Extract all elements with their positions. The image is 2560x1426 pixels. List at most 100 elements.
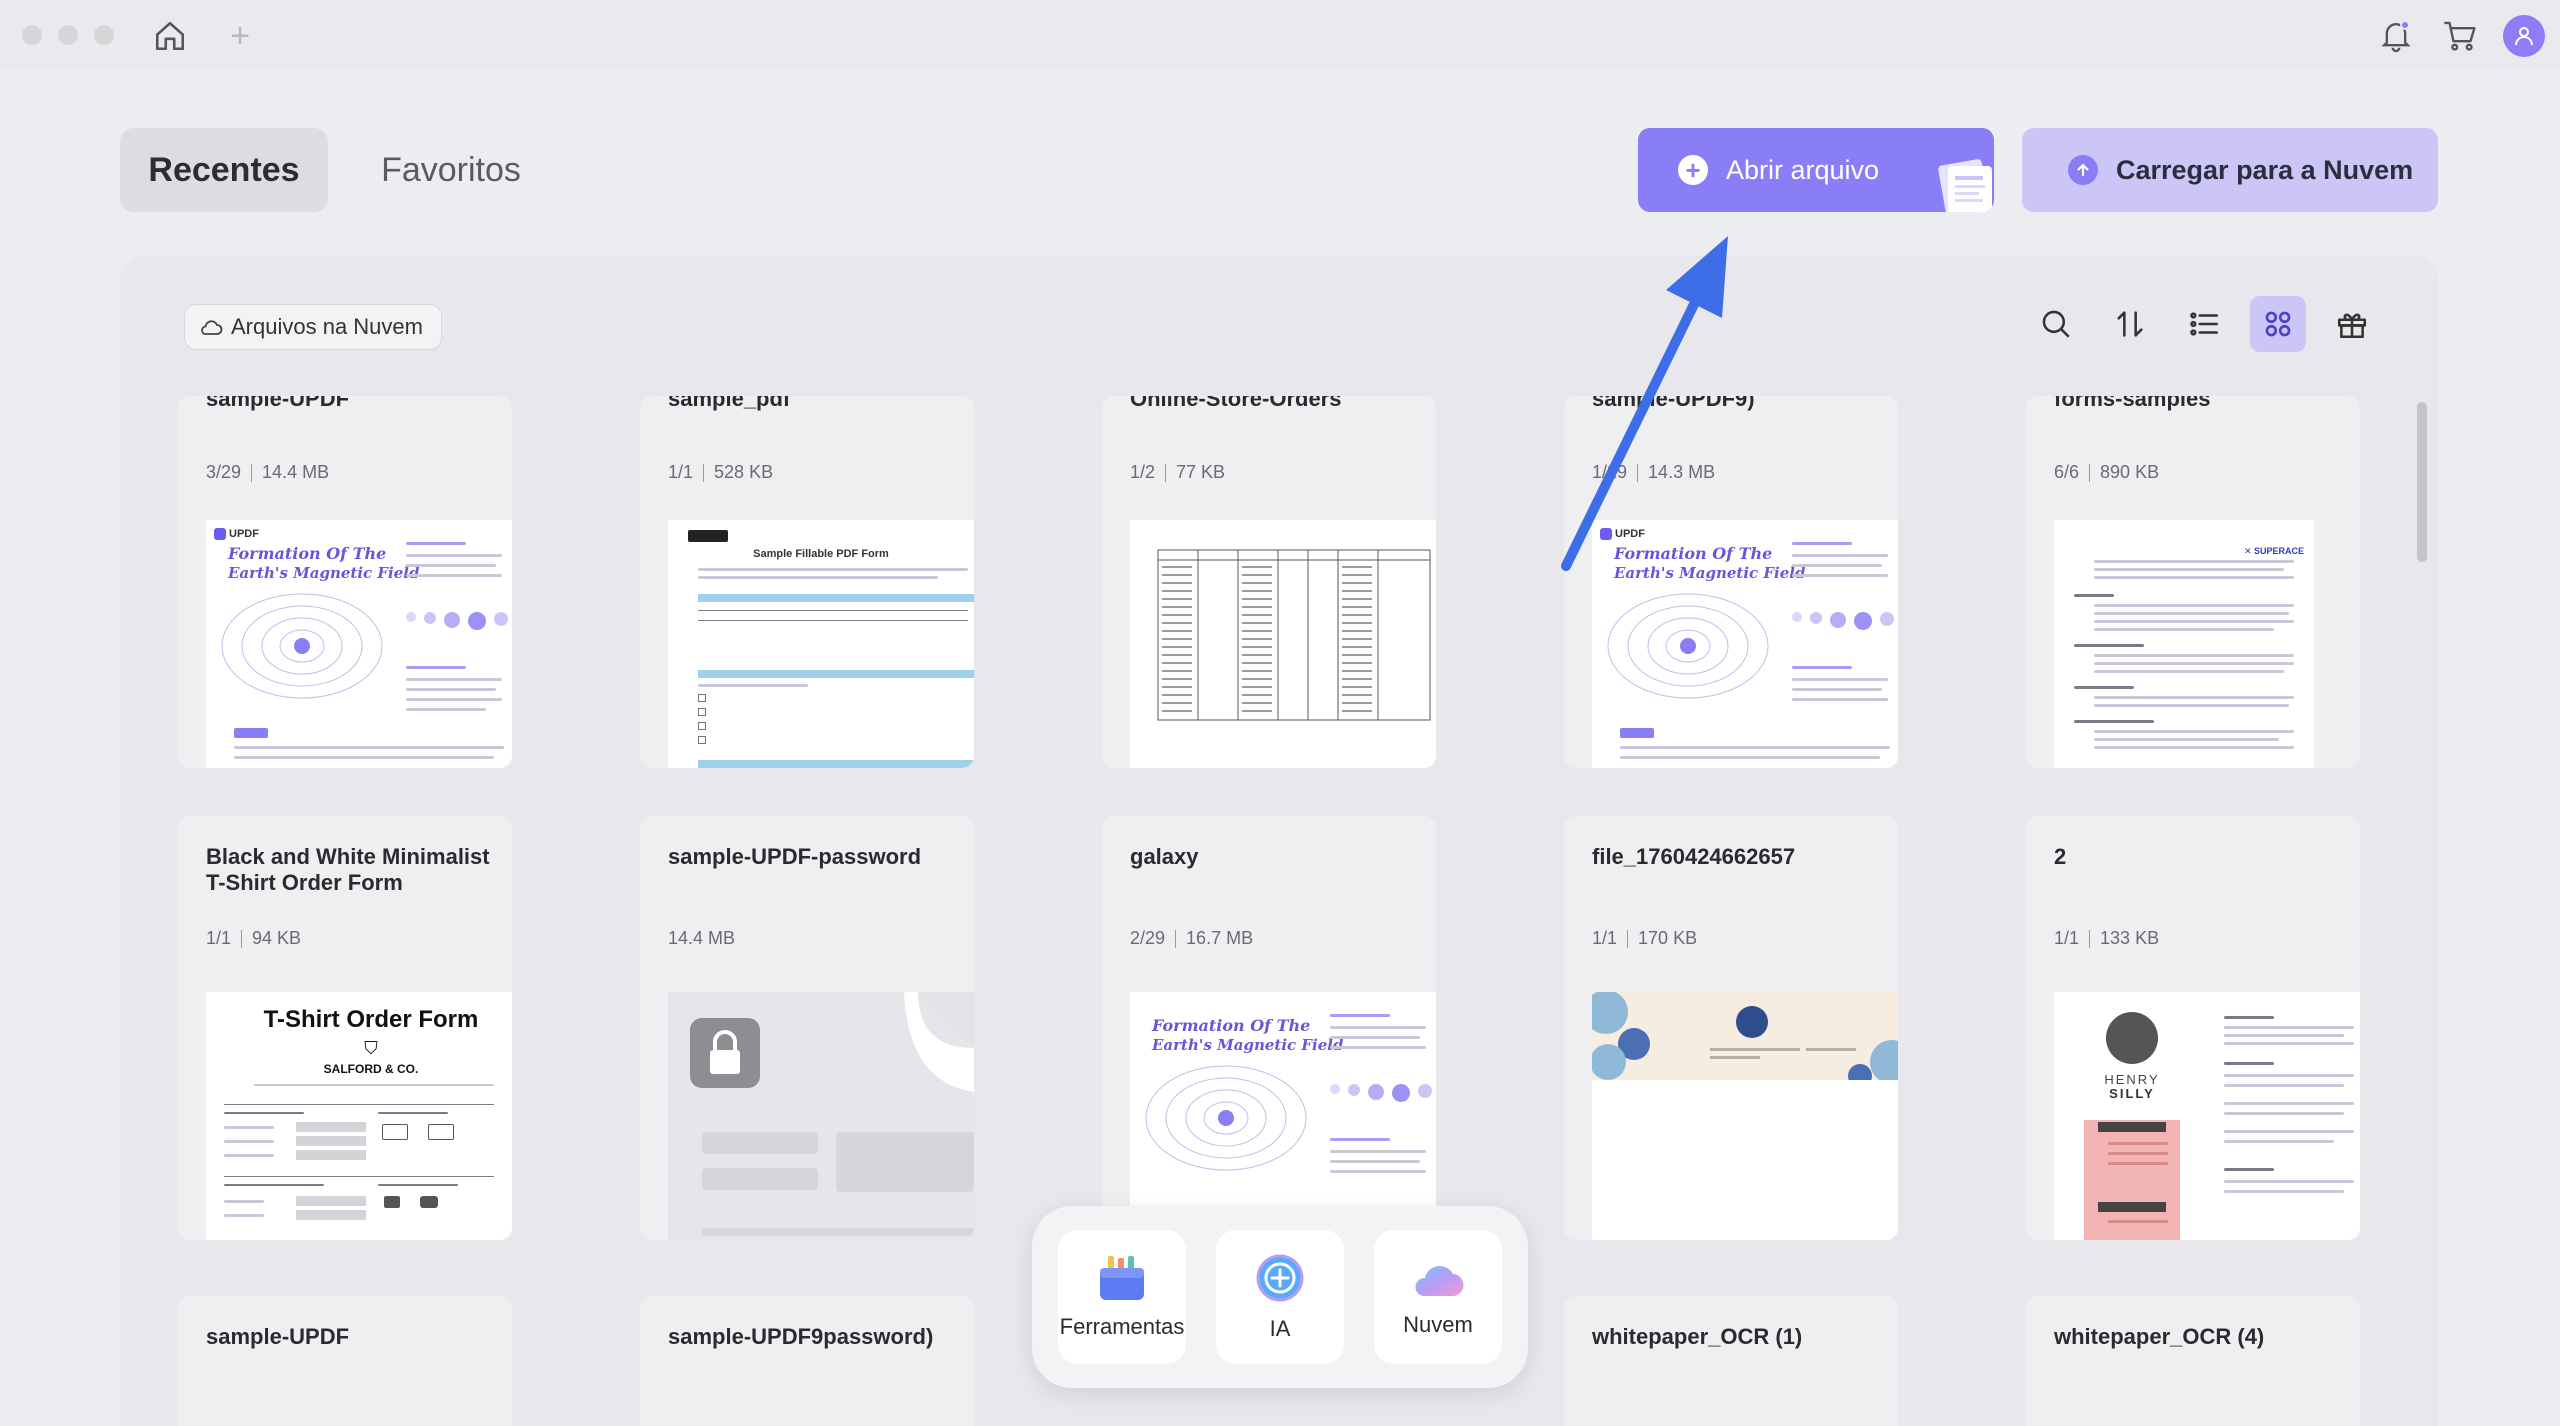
grid-view-icon[interactable]: [2250, 296, 2306, 352]
file-card[interactable]: sample-UPDF 3/29 14.4 MB UPDF Formation O…: [178, 396, 512, 768]
file-card[interactable]: sample-UPDF: [178, 1296, 512, 1426]
file-meta: 1/1 528 KB: [668, 462, 773, 483]
user-avatar-icon[interactable]: [2502, 14, 2546, 58]
file-name: whitepaper_OCR (4): [2054, 1324, 2265, 1349]
upload-to-cloud-label: Carregar para a Nuvem: [2116, 154, 2414, 185]
cart-icon[interactable]: [2438, 14, 2482, 58]
file-name: forms-samples: [2054, 396, 2211, 411]
file-card[interactable]: sample-UPDF9) 1/29 14.3 MB UPDF Formation…: [1564, 396, 1898, 768]
magnetic-field-illustration: [1607, 593, 1769, 699]
file-size: 170 KB: [1638, 928, 1698, 948]
resume-surname: SILLY: [2109, 1086, 2155, 1101]
file-size: 16.7 MB: [1186, 928, 1254, 948]
file-name: sample-UPDF: [206, 396, 350, 411]
thumb-subtitle: Earth's Magnetic Field: [228, 564, 420, 582]
magnetic-field-illustration: [1145, 1065, 1307, 1171]
file-card[interactable]: sample-UPDF-password 14.4 MB: [640, 816, 974, 1240]
file-size: 14.3 MB: [1648, 462, 1716, 482]
plus-icon: +: [1678, 155, 1708, 185]
file-thumbnail: UPDF Formation Of The Earth's Magnetic F…: [1592, 520, 1898, 768]
file-name: sample-UPDF-password: [668, 844, 922, 869]
bell-icon[interactable]: [2374, 14, 2418, 58]
thumb-title: Sample Fillable PDF Form: [753, 548, 889, 560]
cloud-icon: [201, 320, 223, 335]
thumb-title: Formation Of The: [228, 544, 387, 563]
dock-tools-button[interactable]: Ferramentas: [1058, 1230, 1186, 1364]
file-card[interactable]: whitepaper_OCR (4): [2026, 1296, 2360, 1426]
file-thumbnail: Formation Of The Earth's Magnetic Field: [1130, 992, 1436, 1240]
cloud-files-filter[interactable]: Arquivos na Nuvem: [184, 304, 442, 350]
thumb-title: Formation Of The: [1152, 1016, 1311, 1035]
file-size: 77 KB: [1176, 462, 1226, 482]
scrollbar-thumb[interactable]: [2417, 402, 2427, 562]
file-meta: 14.4 MB: [668, 928, 735, 949]
file-card[interactable]: whitepaper_OCR (1): [1564, 1296, 1898, 1426]
file-card[interactable]: Online-Store-Orders 1/2 77 KB: [1102, 396, 1436, 768]
file-pages: 1/29: [1592, 462, 1628, 482]
thumb-subtitle: Earth's Magnetic Field: [1152, 1036, 1344, 1054]
file-name: sample-UPDF9password): [668, 1324, 934, 1349]
tab-recentes[interactable]: Recentes: [120, 128, 328, 212]
file-card[interactable]: file_1760424662657 1/1 170 KB: [1564, 816, 1898, 1240]
file-card[interactable]: galaxy 2/29 16.7 MB Formation Of The Eart…: [1102, 816, 1436, 1240]
file-meta: 1/2 77 KB: [1130, 462, 1225, 483]
file-pages: 1/2: [1130, 462, 1156, 482]
dock-cloud-label: Nuvem: [1403, 1312, 1473, 1337]
thumb-company: SALFORD & CO.: [323, 1062, 419, 1076]
search-icon[interactable]: [2028, 296, 2084, 352]
toolbox-icon: [1100, 1256, 1144, 1300]
file-name: 2: [2054, 844, 2067, 869]
orders-table-illustration: [1157, 549, 1431, 721]
gift-icon[interactable]: [2324, 296, 2380, 352]
file-name: Black and White Minimalist T-Shirt Order…: [206, 844, 490, 896]
file-card[interactable]: 2 1/1 133 KB HENRY SILLY: [2026, 816, 2360, 1240]
locked-document-illustration: [668, 992, 974, 1240]
updf-logo: UPDF: [1600, 528, 1645, 540]
file-size: 14.4 MB: [668, 928, 736, 948]
file-pages: 1/1: [2054, 928, 2080, 948]
list-view-icon[interactable]: [2176, 296, 2232, 352]
file-meta: 1/1 170 KB: [1592, 928, 1697, 949]
file-thumbnail: UPDF Formation Of The Earth's Magnetic F…: [206, 520, 512, 768]
thumb-title: T-Shirt Order Form: [263, 1006, 479, 1033]
new-tab-button[interactable]: +: [218, 14, 262, 58]
file-meta: 1/29 14.3 MB: [1592, 462, 1715, 483]
file-meta: 3/29 14.4 MB: [206, 462, 329, 483]
file-meta: 1/1 133 KB: [2054, 928, 2159, 949]
file-thumbnail: T-Shirt Order Form ⛉ SALFORD & CO.: [206, 992, 512, 1240]
home-icon[interactable]: [148, 14, 192, 58]
file-card[interactable]: forms-samples 6/6 890 KB ✕ SUPERACE: [2026, 396, 2360, 768]
tab-favoritos[interactable]: Favoritos: [356, 128, 546, 212]
scrollbar[interactable]: [2414, 396, 2430, 1426]
cloud-icon: [1415, 1265, 1464, 1297]
file-card[interactable]: sample_pdf 1/1 528 KB Sample Fillable PDF…: [640, 396, 974, 768]
window-zoom-button[interactable]: [94, 25, 114, 45]
open-file-button[interactable]: + Abrir arquivo: [1638, 128, 1994, 212]
upload-to-cloud-button[interactable]: Carregar para a Nuvem: [2022, 128, 2438, 212]
ai-icon: [1256, 1254, 1304, 1302]
file-size: 14.4 MB: [262, 462, 330, 482]
updf-logo: UPDF: [214, 528, 259, 540]
dock-cloud-button[interactable]: Nuvem: [1374, 1230, 1502, 1364]
sort-icon[interactable]: [2102, 296, 2158, 352]
file-thumbnail: [668, 992, 974, 1240]
file-size: 94 KB: [252, 928, 302, 948]
file-size: 133 KB: [2100, 928, 2160, 948]
cloud-files-label: Arquivos na Nuvem: [231, 314, 423, 339]
resume-name: HENRY: [2104, 1072, 2160, 1087]
notification-dot: [2400, 20, 2410, 30]
file-meta: 2/29 16.7 MB: [1130, 928, 1253, 949]
file-meta: 6/6 890 KB: [2054, 462, 2159, 483]
file-pages: 1/1: [668, 462, 694, 482]
file-card[interactable]: sample-UPDF9password): [640, 1296, 974, 1426]
file-card[interactable]: Black and White Minimalist T-Shirt Order…: [178, 816, 512, 1240]
file-pages: 2/29: [1130, 928, 1166, 948]
file-pages: 6/6: [2054, 462, 2080, 482]
file-pages: 1/1: [206, 928, 232, 948]
upload-arrow-icon: [2068, 155, 2098, 185]
file-thumbnail: [1130, 520, 1436, 768]
window-minimize-button[interactable]: [58, 25, 78, 45]
business-card-illustration: [1592, 992, 1898, 1088]
window-close-button[interactable]: [22, 25, 42, 45]
dock-ai-button[interactable]: IA: [1216, 1230, 1344, 1364]
